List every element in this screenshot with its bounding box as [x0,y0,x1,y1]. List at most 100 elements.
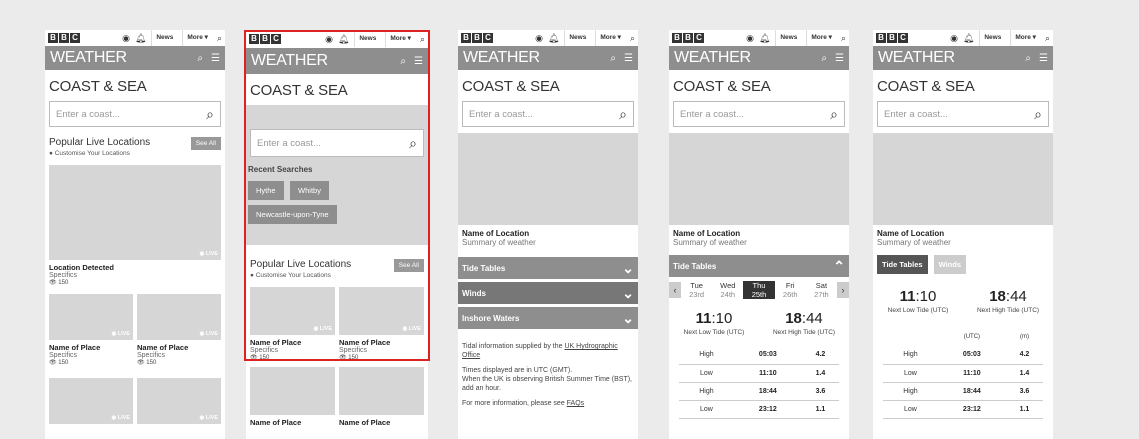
more-menu[interactable]: More ▾ [595,30,625,46]
place-card[interactable]: Name of Place [250,367,335,427]
search-input[interactable]: Enter a coast... ⌕ [250,129,424,157]
search-icon[interactable]: ⌕ [409,135,417,152]
accordion-inshore-waters[interactable]: Inshore Waters ⌄ [458,307,638,329]
menu-icon[interactable]: ☰ [414,56,423,67]
search-icon[interactable]: ⌕ [420,34,425,44]
info-text-2: Times displayed are in UTC (GMT). [462,367,573,374]
accordion-winds[interactable]: Winds ⌄ [458,282,638,304]
search-icon[interactable]: ⌕ [630,33,635,43]
location-specifics: Specifics [49,272,78,279]
account-icon[interactable]: ◉ [325,34,333,44]
table-row: Low 11:10 1.4 [883,364,1043,383]
location-summary: Summary of weather [462,238,536,247]
search-icon[interactable]: ⌕ [841,33,846,43]
detected-card[interactable]: ◉ LIVE Location Detected Specifics 👁︎ 15… [45,157,225,286]
customise-link[interactable]: ● Customise Your Locations [49,150,191,157]
place-card[interactable]: ◉ LIVE [137,378,221,424]
search-icon[interactable]: ⌕ [619,106,627,123]
day-tab[interactable]: Tue 23rd [681,281,712,299]
search-icon[interactable]: ⌕ [830,106,838,123]
bell-icon[interactable]: 🔔︎ [135,33,146,43]
search-icon[interactable]: ⌕ [217,33,222,43]
customise-link[interactable]: ● Customise Your Locations [250,272,394,279]
tab-tide-tables[interactable]: Tide Tables [877,255,928,274]
search-input[interactable]: Enter a coast... ⌕ [673,101,845,127]
place-card[interactable]: ◉ LIVE Name of Place Specifics 👁︎ 150 [339,287,424,361]
search-input[interactable]: Enter a coast... ⌕ [877,101,1049,127]
next-high-tide: 18:44 Next High Tide (UTC) [759,310,849,336]
more-menu[interactable]: More ▾ [1010,30,1040,46]
menu-icon[interactable]: ☰ [835,53,844,64]
location-image: ◉ LIVE [49,165,221,260]
menu-icon[interactable]: ☰ [1039,53,1048,64]
live-label: LIVE [319,326,332,332]
search-icon[interactable]: ⌕ [610,53,616,64]
high-tide-hour: 18 [989,288,1006,305]
day-tab[interactable]: Sat 27th [806,281,837,299]
bell-icon[interactable]: 🔔︎ [759,33,770,43]
place-card[interactable]: ◉ LIVE [49,378,133,424]
news-link[interactable]: News [564,30,590,46]
search-icon[interactable]: ⌕ [197,53,203,64]
account-icon[interactable]: ◉ [746,33,754,43]
bell-icon[interactable]: 🔔︎ [338,34,349,44]
view-count-value: 150 [146,360,157,366]
bbc-logo[interactable]: BBC [249,34,281,44]
place-card[interactable]: Name of Place [339,367,424,427]
menu-icon[interactable]: ☰ [211,53,220,64]
search-input[interactable]: Enter a coast... ⌕ [462,101,634,127]
live-label: LIVE [205,251,218,257]
view-count: 👁︎ 150 [137,360,157,366]
chevron-right-icon[interactable]: › [837,282,849,298]
search-icon[interactable]: ⌕ [1025,53,1031,64]
bbc-logo[interactable]: BBC [48,33,80,43]
view-count: 👁︎ 150 [49,360,69,366]
news-link[interactable]: News [979,30,1005,46]
bbc-logo[interactable]: BBC [672,33,704,43]
search-icon[interactable]: ⌕ [1045,33,1050,43]
live-label: LIVE [117,415,130,421]
news-link[interactable]: News [775,30,801,46]
place-card[interactable]: ◉ LIVE Name of Place Specifics 👁︎ 150 [49,294,133,366]
see-all-button[interactable]: See All [393,259,424,272]
search-icon[interactable]: ⌕ [206,106,214,123]
bbc-logo[interactable]: BBC [876,33,908,43]
view-count-value: 150 [348,355,359,361]
place-name: Name of Place [137,343,189,352]
account-icon[interactable]: ◉ [535,33,543,43]
news-link[interactable]: News [151,30,177,46]
tab-winds[interactable]: Winds [933,255,967,274]
place-image: ◉ LIVE [49,378,133,424]
menu-icon[interactable]: ☰ [624,53,633,64]
recent-chip[interactable]: Hythe [248,181,284,200]
table-row: High 05:03 4.2 [883,346,1043,365]
accordion-tide-tables[interactable]: Tide Tables ⌃ [669,255,849,277]
bell-icon[interactable]: 🔔︎ [548,33,559,43]
place-card[interactable]: ◉ LIVE Name of Place Specifics 👁︎ 150 [250,287,335,361]
day-tab[interactable]: Wed 24th [712,281,743,299]
day-selector: ‹ Tue 23rd Wed 24th Thu 25th Fri 26th Sat 27t… [669,280,849,300]
search-icon[interactable]: ⌕ [1034,106,1042,123]
see-all-button[interactable]: See All [190,137,221,150]
more-menu[interactable]: More ▾ [806,30,836,46]
account-icon[interactable]: ◉ [950,33,958,43]
table-row: Low 11:10 1.4 [679,364,839,383]
more-menu[interactable]: More ▾ [385,31,415,47]
recent-chip[interactable]: Newcastle-upon-Tyne [248,205,337,224]
bbc-logo[interactable]: BBC [461,33,493,43]
recent-chip[interactable]: Whitby [290,181,329,200]
search-input[interactable]: Enter a coast... ⌕ [49,101,221,127]
accordion-tide-tables[interactable]: Tide Tables ⌄ [458,257,638,279]
news-link[interactable]: News [354,31,380,47]
chevron-left-icon[interactable]: ‹ [669,282,681,298]
search-icon[interactable]: ⌕ [400,56,406,67]
search-icon[interactable]: ⌕ [821,53,827,64]
more-menu[interactable]: More ▾ [182,30,212,46]
faqs-link[interactable]: FAQs [567,400,585,407]
day-tab-selected[interactable]: Thu 25th [743,281,775,299]
account-icon[interactable]: ◉ [122,33,130,43]
place-card[interactable]: ◉ LIVE Name of Place Specifics 👁︎ 150 [137,294,221,366]
bell-icon[interactable]: 🔔︎ [963,33,974,43]
live-label: LIVE [205,415,218,421]
day-tab[interactable]: Fri 26th [775,281,806,299]
